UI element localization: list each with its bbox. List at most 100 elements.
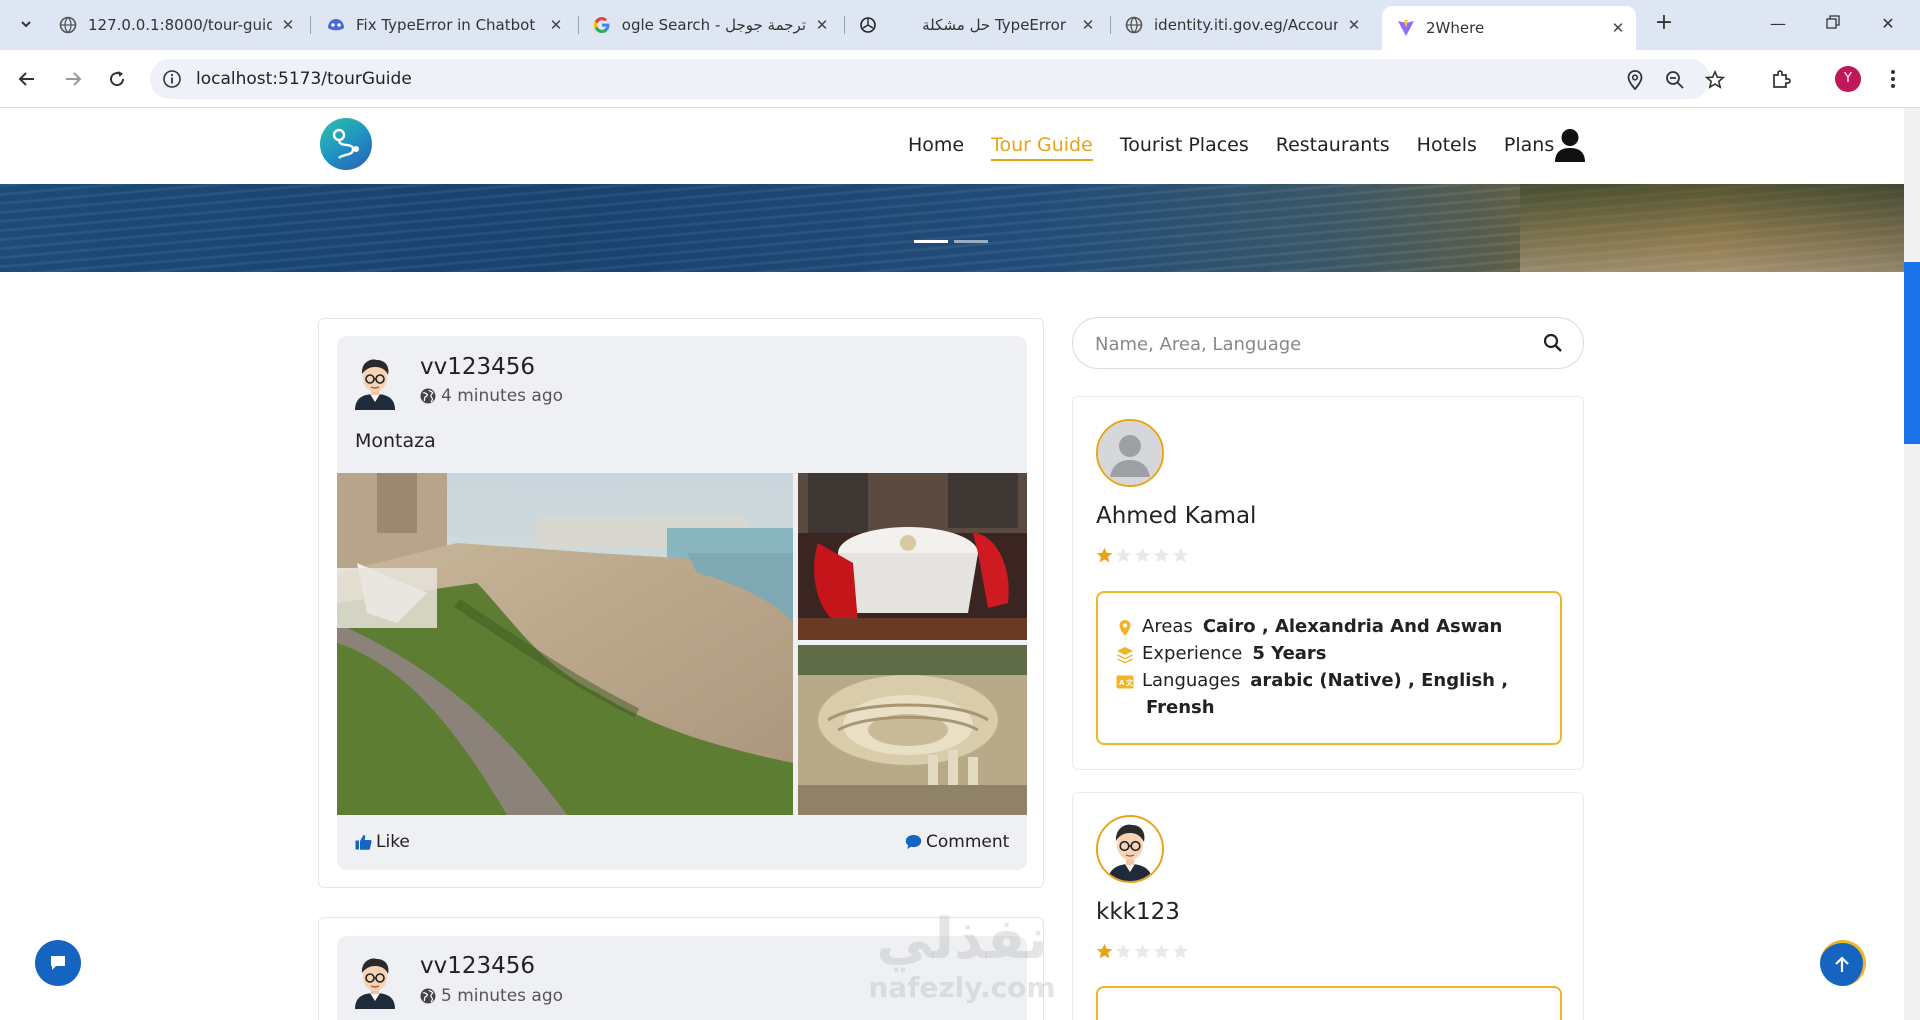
user-account-icon[interactable] <box>1554 128 1586 164</box>
page-scrollbar-thumb[interactable] <box>1904 262 1920 444</box>
google-icon <box>592 15 612 35</box>
globe-icon <box>58 15 78 35</box>
star-empty-icon <box>1172 943 1189 959</box>
guide-name[interactable]: kkk123 <box>1096 899 1180 925</box>
close-tab-icon[interactable]: ✕ <box>1608 19 1628 37</box>
map-pin-icon <box>1119 620 1131 636</box>
browser-menu-button[interactable] <box>1880 66 1906 92</box>
post-image-restaurant[interactable] <box>798 473 1027 640</box>
language-icon: A文 <box>1116 675 1134 689</box>
nav-tour-guide[interactable]: Tour Guide <box>991 134 1093 161</box>
post-image-main[interactable] <box>337 473 793 815</box>
post-username[interactable]: vv123456 <box>420 354 535 380</box>
forward-button[interactable] <box>60 66 86 92</box>
close-tab-icon[interactable]: ✕ <box>278 16 298 34</box>
guide-languages-continuation: Frensh <box>1146 697 1215 718</box>
nav-hotels[interactable]: Hotels <box>1417 134 1477 161</box>
post-image-amphitheater[interactable] <box>798 645 1027 815</box>
tab-title: 2Where <box>1426 19 1485 37</box>
restore-window-button[interactable] <box>1819 10 1847 38</box>
areas-value: Cairo , Alexandria And Aswan <box>1202 616 1503 637</box>
avatar <box>355 958 395 1009</box>
puzzle-icon <box>1773 70 1791 88</box>
page-scrollbar-track[interactable] <box>1904 108 1920 1020</box>
globe-icon <box>420 388 436 404</box>
tab-search-button[interactable] <box>12 10 40 38</box>
beach-photo <box>337 473 793 815</box>
browser-tab[interactable]: ترجمة جوجل - Google Search ✕ <box>592 8 832 42</box>
post-time-text: 4 minutes ago <box>441 386 564 406</box>
zoom-out-icon[interactable] <box>1664 69 1686 91</box>
minimize-window-button[interactable]: — <box>1764 10 1792 38</box>
nav-tourist-places[interactable]: Tourist Places <box>1120 134 1249 161</box>
site-logo[interactable] <box>320 118 372 170</box>
browser-toolbar: localhost:5173/tourGuide Y <box>0 50 1920 108</box>
star-filled-icon <box>1096 943 1113 959</box>
areas-label: Areas <box>1142 616 1193 637</box>
close-tab-icon[interactable]: ✕ <box>812 16 832 34</box>
like-button[interactable]: Like <box>355 832 410 852</box>
guide-rating <box>1096 547 1189 564</box>
tab-title: ترجمة جوجل - Google Search <box>622 16 806 34</box>
bookmark-star-icon[interactable] <box>1704 69 1726 91</box>
back-button[interactable] <box>14 66 40 92</box>
like-label: Like <box>376 832 410 852</box>
star-empty-icon <box>1153 547 1170 563</box>
amphitheater-photo <box>798 645 1027 815</box>
url-text[interactable]: localhost:5173/tourGuide <box>196 69 412 89</box>
tab-title: Fix TypeError in Chatbot M <box>356 16 540 34</box>
site-watermark: نفذلي nafezly.com <box>852 910 1072 1020</box>
thumbs-up-icon <box>355 835 372 850</box>
svg-text:A: A <box>1119 679 1125 687</box>
star-empty-icon <box>1172 547 1189 563</box>
guide-avatar[interactable] <box>1096 815 1164 883</box>
profile-avatar[interactable]: Y <box>1835 66 1861 92</box>
guide-name[interactable]: Ahmed Kamal <box>1096 503 1256 529</box>
copilot-icon <box>326 15 346 35</box>
nav-plans[interactable]: Plans <box>1504 134 1554 161</box>
tab-separator <box>578 16 579 34</box>
languages-value-line1: arabic (Native) , English , <box>1250 670 1509 691</box>
scroll-to-top-button[interactable] <box>1820 940 1866 986</box>
close-tab-icon[interactable]: ✕ <box>1078 16 1098 34</box>
site-info-icon[interactable] <box>162 69 182 89</box>
star-filled-icon <box>1096 547 1113 563</box>
search-icon[interactable] <box>1543 333 1563 353</box>
new-tab-button[interactable]: + <box>1652 12 1676 36</box>
carousel-indicator[interactable] <box>954 240 988 243</box>
post-text: Montaza <box>355 430 436 452</box>
languages-value-line2: Frensh <box>1146 697 1215 718</box>
guide-info-box <box>1096 591 1562 745</box>
chat-button[interactable] <box>35 940 81 986</box>
post-timestamp: 4 minutes ago <box>420 386 563 406</box>
close-tab-icon[interactable]: ✕ <box>546 16 566 34</box>
guide-search-box <box>1072 317 1584 369</box>
extensions-button[interactable] <box>1768 66 1794 92</box>
star-empty-icon <box>1115 547 1132 563</box>
browser-tab[interactable]: identity.iti.gov.eg/Account ✕ <box>1124 8 1364 42</box>
guide-avatar[interactable] <box>1096 419 1164 487</box>
reload-button[interactable] <box>104 66 130 92</box>
guide-languages-row: A文 Languages arabic (Native) , English , <box>1116 670 1546 691</box>
comment-label: Comment <box>926 832 1010 852</box>
location-icon[interactable] <box>1624 69 1646 91</box>
address-bar[interactable]: localhost:5173/tourGuide <box>150 59 1725 99</box>
browser-tab[interactable]: Fix TypeError in Chatbot M ✕ <box>326 8 566 42</box>
nav-home[interactable]: Home <box>908 134 964 161</box>
main-nav: Home Tour Guide Tourist Places Restauran… <box>908 134 1581 161</box>
browser-tab[interactable]: 127.0.0.1:8000/tour-guides ✕ <box>58 8 298 42</box>
guide-search-input[interactable] <box>1095 330 1515 358</box>
nav-restaurants[interactable]: Restaurants <box>1276 134 1390 161</box>
browser-tab-active[interactable]: 2Where ✕ <box>1382 6 1636 50</box>
experience-value: 5 Years <box>1252 643 1327 664</box>
comment-button[interactable]: Comment <box>905 832 1009 852</box>
close-tab-icon[interactable]: ✕ <box>1344 16 1364 34</box>
carousel-indicator-active[interactable] <box>914 240 948 243</box>
experience-label: Experience <box>1142 643 1243 664</box>
chevron-down-icon <box>21 21 31 28</box>
post-username[interactable]: vv123456 <box>420 953 535 979</box>
tab-title: حل مشكلة TypeError <box>922 16 1066 34</box>
close-window-button[interactable]: ✕ <box>1874 10 1902 38</box>
browser-tab[interactable]: حل مشكلة TypeError ✕ <box>858 8 1098 42</box>
chat-bubble-icon <box>51 956 65 970</box>
